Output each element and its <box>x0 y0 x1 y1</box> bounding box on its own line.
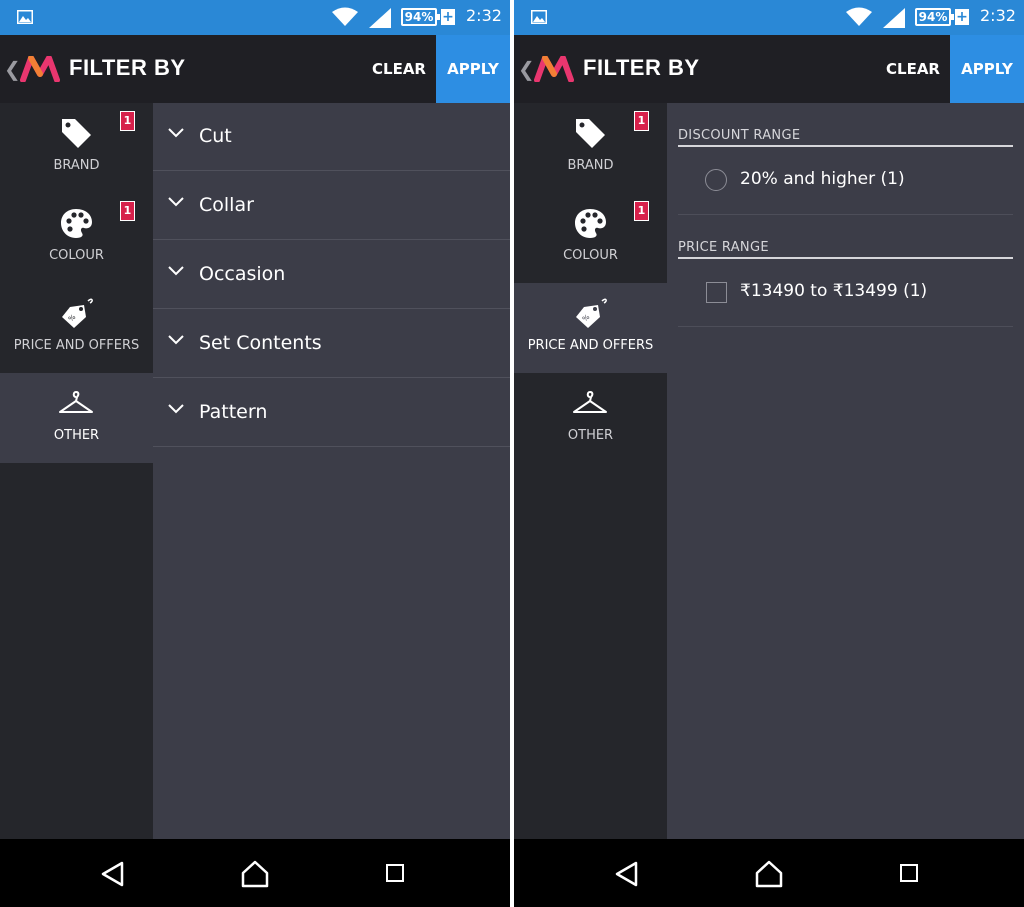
sidebar-item-label: OTHER <box>567 428 614 443</box>
accordion-item-collar[interactable]: Collar <box>153 172 510 240</box>
myntra-logo[interactable] <box>534 56 574 82</box>
sidebar-item-colour[interactable]: 1 COLOUR <box>514 193 667 283</box>
sidebar-item-other[interactable]: OTHER <box>0 373 153 463</box>
sidebar-item-colour[interactable]: 1 COLOUR <box>0 193 153 283</box>
sidebar-item-price-and-offers[interactable]: % PRICE AND OFFERS <box>0 283 153 373</box>
tag-icon <box>62 119 91 148</box>
navigation-bar <box>0 839 510 907</box>
chevron-down-icon <box>168 335 184 345</box>
clear-button[interactable]: CLEAR <box>880 35 946 103</box>
wifi-icon <box>846 7 872 26</box>
charging-icon: + <box>955 9 969 25</box>
discount-range-title: DISCOUNT RANGE <box>678 128 801 143</box>
discount-option-label: 20% and higher (1) <box>740 169 905 189</box>
battery-icon: 94% <box>915 8 954 26</box>
price-option-label: ₹13490 to ₹13499 (1) <box>740 281 928 301</box>
sidebar-item-label: COLOUR <box>49 248 104 263</box>
chevron-down-icon <box>168 197 184 207</box>
hanger-icon <box>573 391 607 413</box>
status-time: 2:32 <box>980 6 1016 25</box>
status-bar: 94% + 2:32 <box>514 0 1024 35</box>
sidebar-item-brand[interactable]: 1 BRAND <box>0 103 153 193</box>
accordion-item-cut[interactable]: Cut <box>153 103 510 171</box>
palette-icon <box>575 209 606 238</box>
image-notification-icon <box>531 10 547 24</box>
page-title: FILTER BY <box>69 55 186 80</box>
sidebar-item-label: COLOUR <box>563 248 618 263</box>
accordion-label: Occasion <box>199 263 286 285</box>
apply-button[interactable]: APPLY <box>950 35 1024 103</box>
hanger-icon <box>59 391 93 413</box>
home-icon[interactable] <box>754 859 784 889</box>
price-option-row[interactable]: ₹13490 to ₹13499 (1) <box>678 259 1013 327</box>
accordion-label: Cut <box>199 125 232 147</box>
signal-icon <box>883 8 905 28</box>
back-icon[interactable] <box>614 860 640 888</box>
discount-option-row[interactable]: 20% and higher (1) <box>678 147 1013 215</box>
filter-sidebar: 1 BRAND 1 COLOUR % PRICE AND OFFERS OTHE… <box>514 103 667 839</box>
accordion-item-set-contents[interactable]: Set Contents <box>153 310 510 378</box>
accordion-label: Collar <box>199 194 254 216</box>
other-filters-list: Cut Collar Occasion Set Contents Pattern <box>153 103 510 839</box>
charging-icon: + <box>441 9 455 25</box>
status-bar: 94% + 2:32 <box>0 0 510 35</box>
back-icon[interactable] <box>100 860 126 888</box>
price-checkbox[interactable] <box>706 282 727 303</box>
chevron-down-icon <box>168 266 184 276</box>
colour-count-badge: 1 <box>120 201 135 221</box>
chevron-down-icon <box>168 404 184 414</box>
palette-icon <box>61 209 92 238</box>
navigation-bar <box>514 839 1024 907</box>
recent-apps-icon[interactable] <box>386 864 404 882</box>
sidebar-item-label: BRAND <box>567 158 614 173</box>
filter-sidebar: 1 BRAND 1 COLOUR % PRICE AND OFFERS OTHE… <box>0 103 153 839</box>
accordion-label: Set Contents <box>199 332 322 354</box>
brand-count-badge: 1 <box>634 111 649 131</box>
recent-apps-icon[interactable] <box>900 864 918 882</box>
colour-count-badge: 1 <box>634 201 649 221</box>
price-range-title: PRICE RANGE <box>678 240 769 255</box>
back-chevron-icon[interactable]: ❮ <box>4 57 21 81</box>
sidebar-item-price-and-offers[interactable]: % PRICE AND OFFERS <box>514 283 667 373</box>
page-title: FILTER BY <box>583 55 700 80</box>
back-chevron-icon[interactable]: ❮ <box>518 57 535 81</box>
apply-button[interactable]: APPLY <box>436 35 510 103</box>
myntra-logo[interactable] <box>20 56 60 82</box>
sidebar-item-label: OTHER <box>53 428 100 443</box>
sidebar-item-brand[interactable]: 1 BRAND <box>514 103 667 193</box>
sidebar-item-other[interactable]: OTHER <box>514 373 667 463</box>
accordion-item-pattern[interactable]: Pattern <box>153 379 510 447</box>
tag-icon <box>576 119 605 148</box>
sidebar-item-label: BRAND <box>53 158 100 173</box>
battery-icon: 94% <box>401 8 440 26</box>
home-icon[interactable] <box>240 859 270 889</box>
discount-radio[interactable] <box>705 169 727 191</box>
sidebar-item-label: PRICE AND OFFERS <box>527 338 654 353</box>
header-bar: ❮ FILTER BY CLEAR APPLY <box>514 35 1024 103</box>
accordion-item-occasion[interactable]: Occasion <box>153 241 510 309</box>
price-tag-icon: % <box>576 298 607 328</box>
status-time: 2:32 <box>466 6 502 25</box>
clear-button[interactable]: CLEAR <box>366 35 432 103</box>
image-notification-icon <box>17 10 33 24</box>
chevron-down-icon <box>168 128 184 138</box>
price-tag-icon: % <box>62 298 93 328</box>
left-screen: 94% + 2:32 ❮ FILTER BY CLEAR APPLY 1 BRA… <box>0 0 510 907</box>
header-bar: ❮ FILTER BY CLEAR APPLY <box>0 35 510 103</box>
sidebar-item-label: PRICE AND OFFERS <box>13 338 140 353</box>
signal-icon <box>369 8 391 28</box>
wifi-icon <box>332 7 358 26</box>
right-screen: 94% + 2:32 ❮ FILTER BY CLEAR APPLY 1 BRA… <box>514 0 1024 907</box>
brand-count-badge: 1 <box>120 111 135 131</box>
price-offers-panel: DISCOUNT RANGE 20% and higher (1) PRICE … <box>667 103 1024 839</box>
accordion-label: Pattern <box>199 401 268 423</box>
